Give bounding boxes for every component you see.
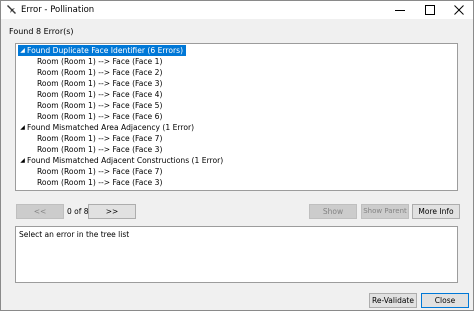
tree-item[interactable]: Room (Room 1) --> Face (Face 5) [37, 100, 162, 111]
revalidate-button[interactable]: Re-Validate [369, 293, 417, 308]
error-dialog-window: Error - Pollination Found 8 Error(s) ◢ Fo… [0, 0, 474, 311]
expand-triangle-icon[interactable]: ◢ [18, 155, 27, 166]
tree-item[interactable]: Room (Room 1) --> Face (Face 7) [37, 166, 162, 177]
window-title: Error - Pollination [21, 5, 95, 15]
tree-item[interactable]: Room (Room 1) --> Face (Face 3) [37, 177, 162, 188]
next-error-button[interactable]: >> [88, 204, 136, 219]
tree-item[interactable]: Room (Room 1) --> Face (Face 1) [37, 56, 162, 67]
more-info-button[interactable]: More Info [412, 204, 460, 219]
pollination-bee-icon [6, 4, 17, 15]
details-text: Select an error in the tree list [19, 230, 130, 239]
tree-item[interactable]: Room (Room 1) --> Face (Face 4) [37, 89, 162, 100]
maximize-button[interactable] [415, 1, 445, 19]
error-tree[interactable]: ◢ Found Duplicate Face Identifier (6 Erro… [15, 43, 458, 191]
show-button[interactable]: Show [309, 204, 357, 219]
previous-error-button[interactable]: << [16, 204, 64, 219]
tree-item[interactable]: Room (Room 1) --> Face (Face 2) [37, 67, 162, 78]
tree-group-label: Found Duplicate Face Identifier (6 Error… [27, 46, 184, 55]
expand-triangle-icon[interactable]: ◢ [18, 45, 27, 56]
close-button[interactable]: Close [421, 293, 469, 308]
tree-item[interactable]: Room (Room 1) --> Face (Face 3) [37, 78, 162, 89]
tree-item[interactable]: Room (Room 1) --> Face (Face 7) [37, 133, 162, 144]
tree-group-label: Found Mismatched Adjacent Constructions … [27, 156, 224, 165]
expand-triangle-icon[interactable]: ◢ [18, 122, 27, 133]
tree-group-duplicate-face-identifier[interactable]: ◢ Found Duplicate Face Identifier (6 Erro… [16, 44, 188, 57]
maximize-icon [425, 5, 435, 15]
window-close-button[interactable] [444, 1, 473, 19]
error-details-box: Select an error in the tree list [15, 226, 458, 283]
tree-group-mismatched-adjacent-constructions[interactable]: ◢ Found Mismatched Adjacent Constructions… [18, 155, 223, 166]
page-counter: 0 of 8 [67, 207, 89, 216]
minimize-button[interactable] [385, 1, 415, 19]
error-count-label: Found 8 Error(s) [9, 27, 74, 36]
show-parent-button[interactable]: Show Parent [361, 204, 409, 219]
close-icon [454, 5, 464, 15]
tree-group-label: Found Mismatched Area Adjacency (1 Error… [27, 123, 195, 132]
tree-group-mismatched-area-adjacency[interactable]: ◢ Found Mismatched Area Adjacency (1 Erro… [18, 122, 194, 133]
tree-item[interactable]: Room (Room 1) --> Face (Face 3) [37, 144, 162, 155]
minimize-icon [395, 10, 405, 11]
tree-item[interactable]: Room (Room 1) --> Face (Face 6) [37, 111, 162, 122]
title-bar[interactable]: Error - Pollination [1, 1, 473, 19]
